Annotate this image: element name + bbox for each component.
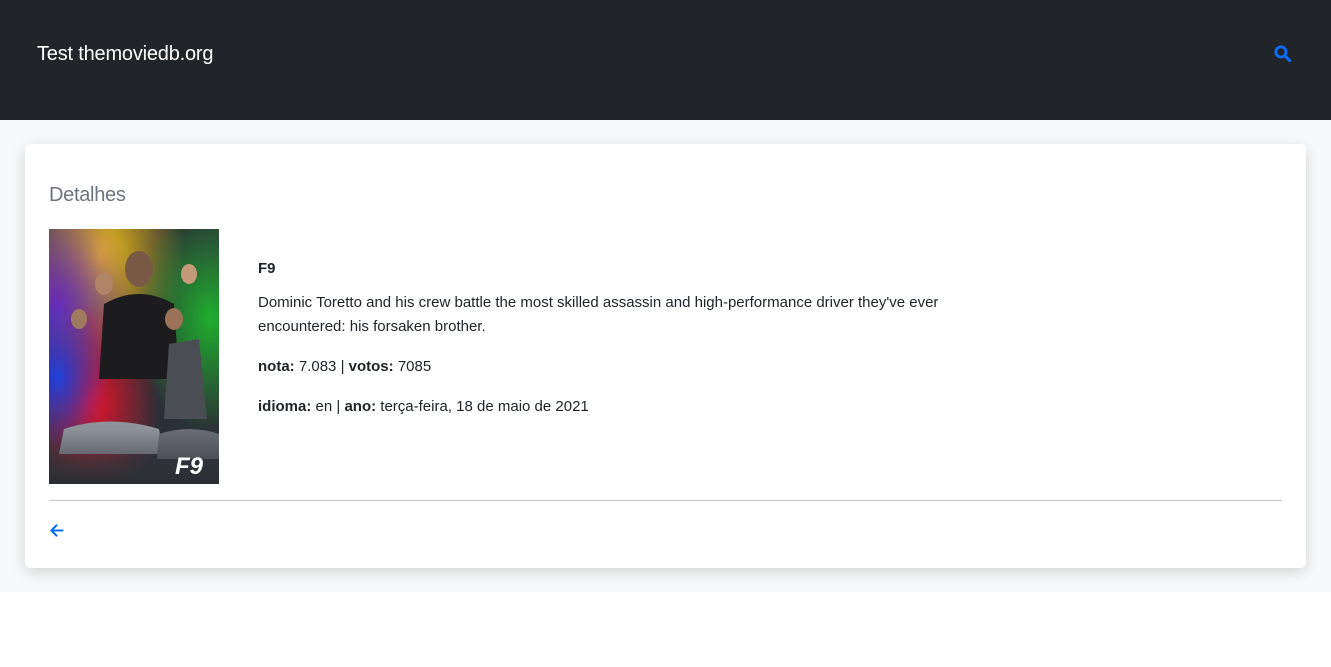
details-card: Detalhes F9 F9 Dominic Toretto and his c… <box>25 144 1306 568</box>
rating-value: 7.083 <box>298 358 337 375</box>
rating-row: nota: 7.083 | votos: 7085 <box>258 355 998 379</box>
separator: | <box>340 358 345 375</box>
poster-title: F9 <box>175 453 204 480</box>
brand-link[interactable]: Test themoviedb.org <box>37 43 214 66</box>
movie-overview: Dominic Toretto and his crew battle the … <box>258 294 939 335</box>
language-row: idioma: en | ano: terça-feira, 18 de mai… <box>258 395 998 419</box>
arrow-left-icon <box>50 523 64 537</box>
year-label: ano: <box>344 398 377 415</box>
movie-details: F9 F9 Dominic Toretto and his crew battl… <box>49 229 1282 484</box>
movie-info: F9 Dominic Toretto and his crew battle t… <box>258 229 998 484</box>
search-icon <box>1273 44 1291 62</box>
separator: | <box>336 398 341 415</box>
release-date: terça-feira, 18 de maio de 2021 <box>380 398 589 415</box>
navbar: Test themoviedb.org <box>0 0 1331 120</box>
movie-poster: F9 <box>49 229 219 484</box>
search-button[interactable] <box>1269 40 1295 66</box>
votes-label: votos: <box>348 358 394 375</box>
back-button[interactable] <box>49 520 69 540</box>
votes-value: 7085 <box>397 358 432 375</box>
main-content: Detalhes F9 F9 Dominic Toretto and his c… <box>0 120 1331 592</box>
divider <box>49 500 1282 501</box>
card-title: Detalhes <box>49 184 126 206</box>
language-label: idioma: <box>258 398 312 415</box>
language-value: en <box>315 398 333 415</box>
movie-title: F9 <box>258 260 276 277</box>
rating-label: nota: <box>258 358 295 375</box>
